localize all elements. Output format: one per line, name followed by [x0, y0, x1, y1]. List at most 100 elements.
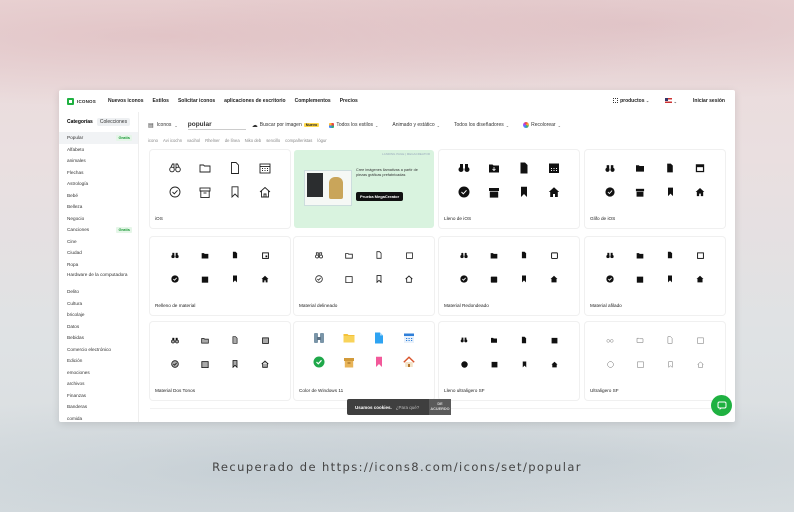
sidebar-item[interactable]: Bebidas [59, 332, 138, 344]
tag[interactable]: Niko deb [245, 138, 262, 143]
calendar-icon [403, 249, 415, 261]
sidebar-item[interactable]: Banderas [59, 401, 138, 413]
sidebar-item[interactable]: Ropa [59, 259, 138, 271]
card-label: Relleno de material [155, 303, 196, 308]
nav-link-desktop-apps[interactable]: aplicaciones de escritorio [224, 98, 285, 104]
sidebar-item-songs[interactable]: Canciones Gratis [59, 224, 138, 236]
sidebar-item[interactable]: Ciudad [59, 247, 138, 259]
tab-categories[interactable]: Categorías [67, 118, 93, 126]
tag[interactable]: compañeristas [285, 138, 312, 143]
tag[interactable]: sencillo [266, 138, 280, 143]
nav-link-plugins[interactable]: Complementos [295, 98, 331, 104]
logo-icon [67, 97, 74, 105]
free-badge: Gratis [116, 227, 132, 233]
card-label: Glifo de iOS [590, 216, 616, 221]
bookmark-icon [518, 358, 530, 370]
search-input[interactable]: popular [187, 121, 246, 130]
logo-text: ICONOS [77, 98, 96, 104]
calendar-icon [259, 162, 271, 174]
nav-link-request-icons[interactable]: Solicitar iconos [178, 98, 215, 104]
sidebar-item[interactable]: Alfabeto [59, 144, 138, 156]
image-search-button[interactable]: ☁ Buscar por imagen Nuevo [252, 122, 320, 129]
icon-set-card-ios-filled[interactable]: Lleno de iOS [439, 150, 579, 228]
cookie-accept-button[interactable]: DE ACUERDO [429, 399, 451, 415]
bookmark-icon [229, 358, 241, 370]
sidebar-item[interactable]: Astrología [59, 178, 138, 190]
calendar-icon [259, 334, 271, 346]
tag[interactable]: icono [148, 138, 158, 143]
megacreator-promo[interactable]: LANDING PAGE | MEGACREATOR Cree imágenes… [294, 150, 434, 228]
card-label: Material delineado [299, 303, 338, 308]
icon-set-card-ios[interactable]: iOS [150, 150, 290, 228]
binoculars-icon [604, 249, 616, 261]
sidebar-item[interactable]: Belleza [59, 201, 138, 213]
sidebar-item[interactable]: bricolaje [59, 309, 138, 321]
tag[interactable]: vacihol [187, 138, 200, 143]
sidebar-item[interactable]: Cultura [59, 298, 138, 310]
icon-set-card-material-two-tone[interactable]: Material Dos Tonos [150, 322, 290, 400]
tag[interactable]: de línea [225, 138, 240, 143]
home-icon [548, 358, 560, 370]
recolor-button[interactable]: Recolorear ⌄ [523, 122, 561, 128]
nav-link-pricing[interactable]: Precios [340, 98, 358, 104]
nav-link-styles[interactable]: Estilos [153, 98, 169, 104]
icon-set-card-material-sharp[interactable]: Material afilado [585, 237, 725, 315]
search-type-select[interactable]: ▤ Iconos ⌄ [148, 122, 178, 129]
sidebar-item[interactable]: Datos [59, 321, 138, 333]
card-label: Lleno ultraligero SF [444, 388, 485, 393]
products-menu[interactable]: productos ⌄ [613, 98, 649, 104]
checkmark-circle-icon [604, 358, 616, 370]
sidebar-item[interactable]: Delito [59, 286, 138, 298]
sidebar-item[interactable]: Finanzas [59, 390, 138, 402]
style-filter-label: Todos los estilos [336, 122, 374, 128]
sidebar-item[interactable]: animales [59, 155, 138, 167]
icon-set-card-material-outlined[interactable]: Material delineado [294, 237, 434, 315]
card-label: Lleno de iOS [444, 216, 472, 221]
tag[interactable]: Avi icochn [163, 138, 182, 143]
top-navigation: ICONOS Nuevos iconos Estilos Solicitar i… [59, 90, 735, 112]
icon-set-card-sf-ultralight[interactable]: Ultraligero SF [585, 322, 725, 400]
sidebar-item[interactable]: Cine [59, 236, 138, 248]
sidebar-item[interactable]: Flechas [59, 167, 138, 179]
sidebar-item-popular[interactable]: Popular Gratis [59, 132, 138, 144]
checkmark-circle-icon [458, 186, 470, 198]
try-megacreator-button[interactable]: Prueba MegaCreator [356, 192, 404, 201]
chat-button[interactable] [711, 395, 732, 416]
sidebar-item[interactable]: Edición [59, 355, 138, 367]
icon-set-card-ios-glyph[interactable]: Glifo de iOS [585, 150, 725, 228]
designer-filter-label: Todos los diseñadores [454, 122, 504, 128]
sidebar-item[interactable]: emociones [59, 367, 138, 379]
bookmark-icon [664, 186, 676, 198]
icon-set-card-windows-11-color[interactable]: Color de Windows 11 [294, 322, 434, 400]
sidebar-item[interactable]: Comercio electrónico [59, 344, 138, 356]
card-label: Color de Windows 11 [299, 388, 344, 393]
language-selector[interactable]: ⌄ [665, 97, 677, 105]
icon-set-card-sf-ultralight-filled[interactable]: Lleno ultraligero SF [439, 322, 579, 400]
sidebar-item[interactable]: Hardware de la computadora [59, 270, 138, 286]
checkmark-circle-icon [169, 358, 181, 370]
style-filter[interactable]: Todos los estilos ⌄ [329, 122, 378, 128]
document-icon [664, 162, 676, 174]
login-link[interactable]: Iniciar sesión [693, 98, 725, 104]
bookmark-icon [518, 273, 530, 285]
sidebar-item[interactable]: Negocio [59, 213, 138, 225]
tag[interactable]: Rhelner [205, 138, 220, 143]
home-icon [403, 273, 415, 285]
archive-box-icon [488, 273, 500, 285]
nav-link-new-icons[interactable]: Nuevos iconos [108, 98, 144, 104]
card-label: iOS [155, 216, 163, 221]
checkmark-circle-icon [458, 358, 470, 370]
tab-collections[interactable]: Colecciones [96, 118, 131, 126]
icon-set-card-material-rounded[interactable]: Material Redondeado [439, 237, 579, 315]
tag[interactable]: lógur [317, 138, 326, 143]
sidebar-item[interactable]: archivos [59, 378, 138, 390]
cookie-why-link[interactable]: ¿Para qué? [396, 405, 420, 410]
document-icon [664, 334, 676, 346]
animated-filter[interactable]: Animado y estático ⌄ [392, 122, 440, 128]
icon-set-card-material-filled[interactable]: Relleno de material [150, 237, 290, 315]
designer-filter[interactable]: Todos los diseñadores ⌄ [454, 122, 509, 128]
site-logo[interactable]: ICONOS [67, 97, 96, 105]
sidebar-item[interactable]: Bebé [59, 190, 138, 202]
sidebar-item[interactable]: comida [59, 413, 138, 423]
cookie-banner: Usamos cookies. ¿Para qué? DE ACUERDO [347, 399, 451, 415]
